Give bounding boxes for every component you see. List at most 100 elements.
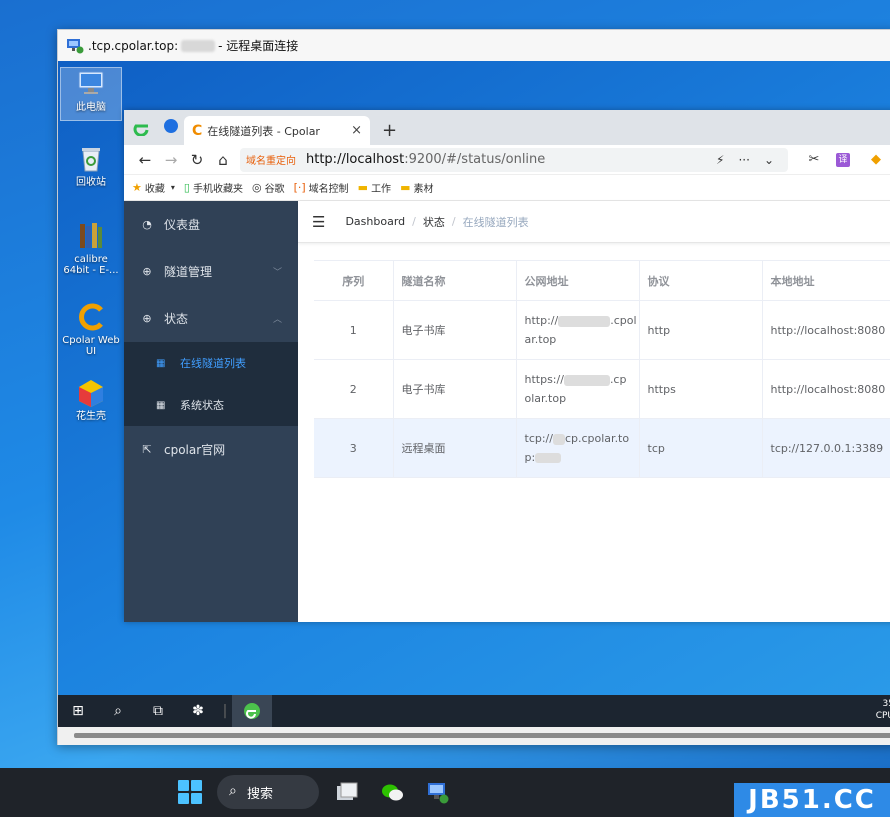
breadcrumb-dashboard[interactable]: Dashboard	[345, 215, 405, 228]
home-icon[interactable]: ⌂	[210, 151, 236, 169]
cell-name: 电子书库	[393, 359, 517, 419]
sidebar-item-dashboard[interactable]: ◔ 仪表盘	[124, 201, 298, 248]
desktop-icon-calibre[interactable]: calibre 64bit - E-...	[60, 220, 122, 276]
sidebar-item-status[interactable]: ⊕ 状态 ︿	[124, 295, 298, 342]
table-row[interactable]: 1 电子书库 http://.cpol ar.top http http://lo…	[314, 300, 890, 360]
forward-arrow-icon[interactable]: →	[158, 151, 184, 169]
horizontal-scrollbar[interactable]	[58, 727, 890, 745]
browser-logo-icon[interactable]	[132, 116, 152, 137]
chevron-up-icon: ︿	[272, 315, 282, 325]
folder-icon: ▬	[357, 181, 369, 194]
close-icon[interactable]: ×	[351, 123, 362, 138]
desktop-icon-cpolar[interactable]: Cpolar Web UI	[60, 301, 122, 357]
fan-app-icon[interactable]: ✽	[178, 703, 218, 719]
bracket-icon: [·]	[293, 181, 306, 194]
grid-icon: ▦	[156, 399, 166, 411]
search-button[interactable]: ⌕ 搜索	[217, 775, 319, 809]
dashboard-icon: ◔	[142, 218, 152, 231]
bookmarks-bar: ★ 收藏 ▾ ▯ 手机收藏夹 ◎ 谷歌 [·] 域名控制 ▬ 工作 ▬ 素材	[124, 175, 890, 201]
cell-seq: 3	[314, 418, 394, 478]
hamburger-icon[interactable]: ☰	[312, 213, 325, 231]
cpolar-tab-icon: C	[192, 122, 203, 139]
search-icon[interactable]: ⌕	[98, 703, 138, 719]
bookmark-material[interactable]: ▬ 素材	[400, 180, 433, 195]
browser-taskbar-icon[interactable]	[232, 695, 272, 727]
lightning-icon[interactable]: ⚡	[716, 153, 724, 167]
navigation-bar: ← → ↻ ⌂ 域名重定向 http://localhost:9200/#/st…	[124, 145, 890, 175]
dropdown-arrow-icon[interactable]: ▾	[171, 183, 175, 192]
remote-desktop-icon[interactable]	[425, 780, 451, 806]
peanut-shell-icon	[75, 377, 107, 409]
external-link-icon: ⇱	[142, 443, 152, 456]
recycle-bin-icon	[75, 143, 107, 175]
more-icon[interactable]: ···	[738, 153, 749, 167]
desktop-icon-this-pc[interactable]: 此电脑	[60, 67, 122, 121]
desktop-icon-label: 花生壳	[76, 411, 106, 422]
bookmark-mobile[interactable]: ▯ 手机收藏夹	[184, 180, 243, 195]
sidebar-item-tunnel-management[interactable]: ⊕ 隧道管理 ﹀	[124, 248, 298, 295]
scissors-icon[interactable]: ✂	[802, 152, 826, 167]
desktop-icon-peanut-shell[interactable]: 花生壳	[60, 377, 122, 422]
calibre-icon	[75, 220, 107, 252]
browser-window: C 在线隧道列表 - Cpolar × + ← → ↻ ⌂ 域名重定向 http…	[124, 110, 890, 622]
bookmark-work[interactable]: ▬ 工作	[358, 180, 391, 195]
address-bar[interactable]: 域名重定向 http://localhost:9200/#/status/onl…	[240, 147, 788, 172]
wechat-icon[interactable]	[380, 780, 406, 806]
sidebar-item-cpolar-website[interactable]: ⇱ cpolar官网	[124, 426, 298, 473]
task-view-icon[interactable]: ⧉	[138, 703, 178, 719]
cell-public-url[interactable]: tcp://cp.cpolar.to p:	[516, 418, 640, 478]
url-text: http://localhost:9200/#/status/online	[306, 152, 546, 167]
table-row[interactable]: 2 电子书库 https://.cp olar.top https http://…	[314, 359, 890, 419]
sidebar-item-system-status[interactable]: ▦ 系统状态	[124, 384, 298, 426]
bookmark-google[interactable]: ◎ 谷歌	[252, 180, 285, 195]
cell-seq: 1	[314, 300, 394, 360]
windows-start-icon[interactable]: ⊞	[58, 703, 98, 719]
system-tray[interactable]: 35 CPU	[876, 698, 890, 722]
chevron-down-icon: ﹀	[272, 268, 282, 278]
globe-icon: ◎	[251, 181, 262, 194]
windows-start-icon[interactable]	[178, 780, 202, 804]
scrollbar-thumb[interactable]	[74, 733, 890, 738]
new-tab-button[interactable]: +	[382, 120, 397, 141]
remote-desktop-icon	[66, 38, 84, 54]
desktop-icon-recycle-bin[interactable]: 回收站	[60, 143, 122, 188]
shield-icon[interactable]: ◆	[864, 152, 888, 167]
back-arrow-icon[interactable]: ←	[132, 151, 158, 169]
window-app-icon[interactable]	[334, 780, 360, 806]
translate-icon[interactable]: 译	[836, 152, 850, 167]
remote-desktop-area: 此电脑 回收站 calibre 64bit - E-... Cpolar Web…	[58, 61, 890, 695]
remote-desktop-window: .tcp.cpolar.top: - 远程桌面连接 此电脑 回收站 calibr…	[57, 29, 890, 745]
table-row[interactable]: 3 远程桌面 tcp://cp.cpolar.to p: tcp tcp://12…	[314, 418, 890, 478]
cpolar-icon	[75, 301, 107, 333]
watermark: JB51.CC	[734, 783, 890, 817]
desktop-icon-label: 回收站	[76, 177, 106, 188]
cell-local-address: http://localhost:8080	[762, 300, 890, 360]
cell-seq: 2	[314, 359, 394, 419]
compass-icon[interactable]	[164, 119, 178, 133]
tunnel-table: 序列 隧道名称 公网地址 协议 本地地址 1 电子书库 http:// .cpo…	[314, 260, 890, 478]
col-header-public-url: 公网地址	[516, 260, 640, 301]
main-content: ☰ Dashboard / 状态 / 在线隧道列表 序列 隧道名称 公网地址 协…	[298, 201, 890, 622]
star-icon: ★	[132, 181, 142, 194]
cell-local-address: tcp://127.0.0.1:3389	[762, 418, 890, 478]
tab-bar: C 在线隧道列表 - Cpolar × +	[124, 110, 890, 145]
cell-protocol: http	[639, 300, 763, 360]
table-header-row: 序列 隧道名称 公网地址 协议 本地地址	[314, 260, 890, 301]
cell-protocol: https	[639, 359, 763, 419]
search-label: 搜索	[247, 786, 274, 802]
remote-taskbar: ⊞ ⌕ ⧉ ✽ | 35 CPU	[58, 695, 890, 727]
breadcrumb-status[interactable]: 状态	[423, 214, 445, 230]
chevron-down-icon[interactable]: ⌄	[764, 153, 774, 167]
remote-title-suffix: - 远程桌面连接	[218, 39, 299, 53]
bookmark-domain-control[interactable]: [·] 域名控制	[294, 180, 349, 195]
bookmark-favorites[interactable]: ★ 收藏 ▾	[132, 180, 175, 195]
tab-online-tunnels[interactable]: C 在线隧道列表 - Cpolar ×	[184, 116, 370, 145]
sidebar-item-online-tunnels[interactable]: ▦ 在线隧道列表	[124, 342, 298, 384]
cell-public-url[interactable]: http://.cpol ar.top	[516, 300, 640, 360]
sidebar: ◔ 仪表盘 ⊕ 隧道管理 ﹀ ⊕ 状态 ︿ ▦ 在线隧道列表 ▦ 系统状态 ⇱ …	[124, 201, 298, 622]
reload-icon[interactable]: ↻	[184, 151, 210, 169]
col-header-local-address: 本地地址	[762, 260, 890, 301]
cell-public-url[interactable]: https://.cp olar.top	[516, 359, 640, 419]
col-header-name: 隧道名称	[393, 260, 517, 301]
remote-window-titlebar[interactable]: .tcp.cpolar.top: - 远程桌面连接	[58, 30, 890, 61]
